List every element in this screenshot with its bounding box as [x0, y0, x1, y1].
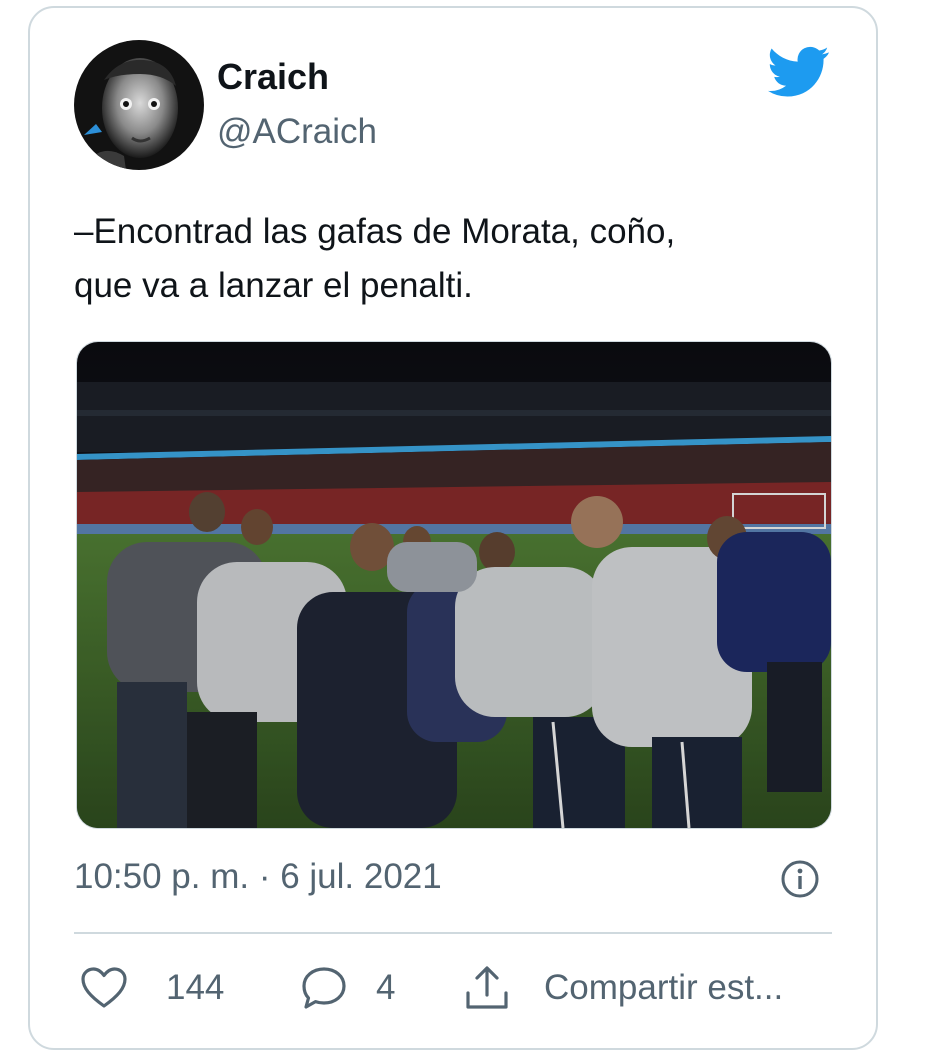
tweet-photo[interactable]	[76, 341, 832, 829]
avatar-image	[74, 40, 204, 170]
author-name[interactable]: Craich	[217, 56, 329, 98]
info-icon[interactable]	[780, 859, 820, 899]
share-label: Compartir est...	[544, 968, 784, 1007]
tweet-text-line: que va a lanzar el penalti.	[74, 266, 473, 305]
like-action[interactable]: 144	[80, 958, 224, 1018]
reply-count: 4	[376, 968, 396, 1007]
share-icon[interactable]	[462, 963, 512, 1013]
tweet-text: –Encontrad las gafas de Morata, coño, qu…	[74, 205, 834, 313]
tweet-timestamp[interactable]: 10:50 p. m. · 6 jul. 2021	[74, 857, 442, 897]
author-handle[interactable]: @ACraich	[217, 112, 377, 152]
avatar[interactable]	[74, 40, 204, 170]
reply-action[interactable]: 4	[300, 958, 395, 1018]
divider	[74, 932, 832, 934]
twitter-bird-icon[interactable]	[768, 44, 830, 100]
team-huddle-photo	[77, 342, 831, 828]
speech-bubble-icon[interactable]	[300, 965, 348, 1011]
heart-icon[interactable]	[80, 966, 128, 1010]
like-count: 144	[166, 968, 225, 1007]
tweet-actions: 144 4 Compartir est...	[74, 958, 834, 1018]
share-action[interactable]: Compartir est...	[462, 958, 783, 1018]
tweet-text-line: –Encontrad las gafas de Morata, coño,	[74, 212, 676, 251]
